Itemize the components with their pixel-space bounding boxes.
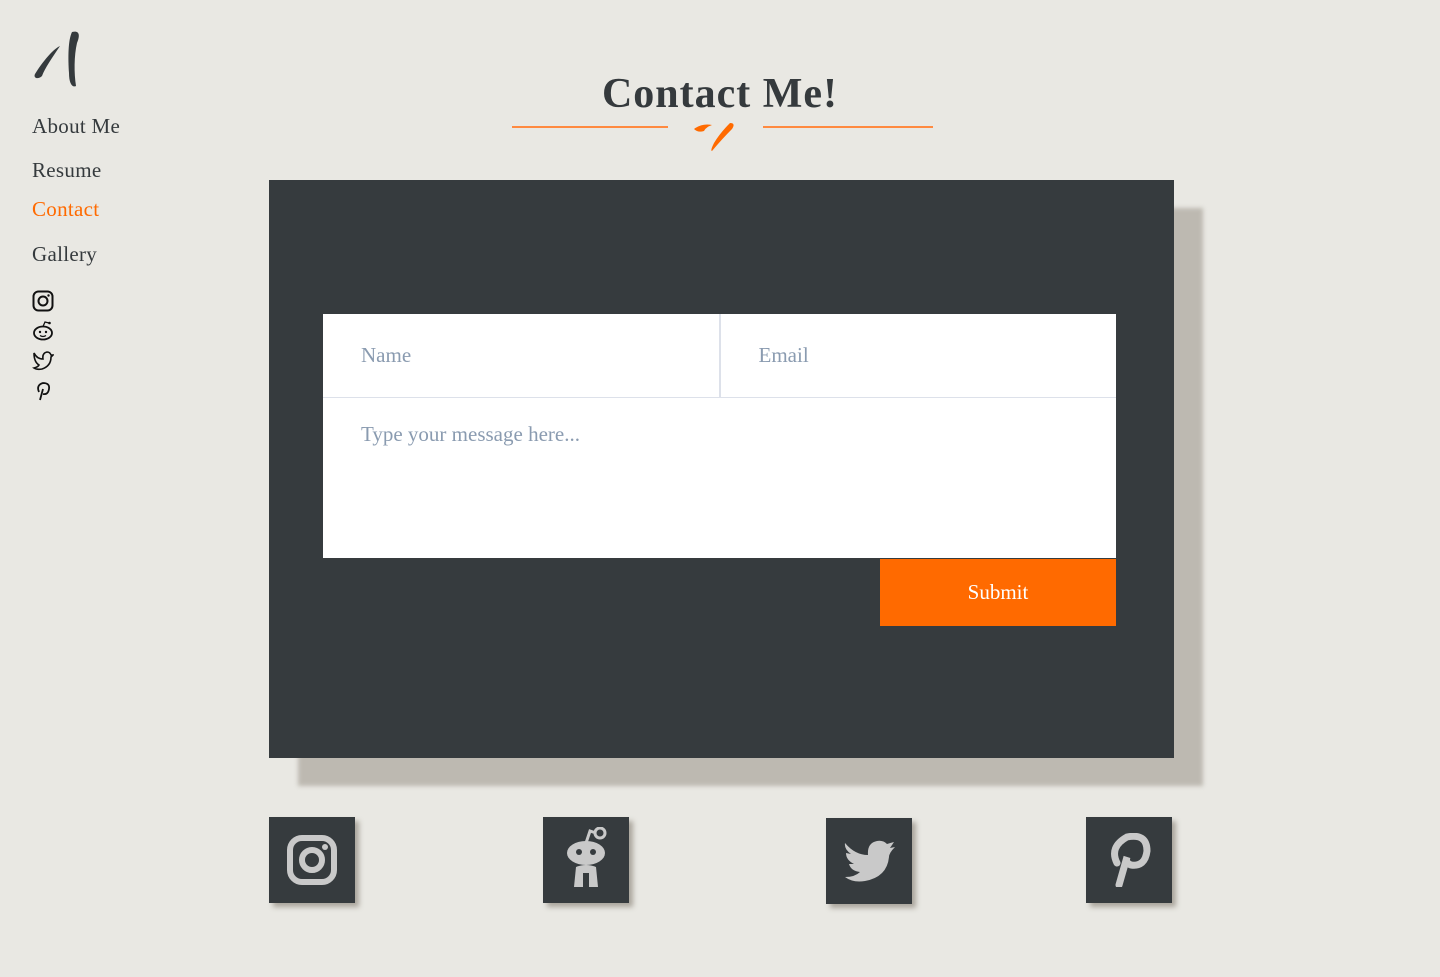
side-social-links — [32, 290, 54, 410]
twitter-button[interactable] — [826, 818, 912, 904]
nav-contact[interactable]: Contact — [32, 197, 99, 222]
page-title: Contact Me! — [601, 71, 839, 117]
nav-gallery[interactable]: Gallery — [32, 242, 97, 267]
nav-resume[interactable]: Resume — [32, 158, 101, 183]
email-input[interactable] — [720, 314, 1116, 397]
instagram-icon[interactable] — [32, 290, 54, 312]
brush-mark-icon — [694, 123, 734, 151]
pinterest-icon — [1111, 833, 1151, 887]
reddit-button[interactable] — [543, 817, 629, 903]
reddit-icon — [567, 827, 607, 887]
title-divider-right — [763, 126, 933, 128]
message-textarea[interactable] — [323, 398, 1116, 558]
contact-card: Submit — [269, 180, 1174, 758]
twitter-icon — [844, 840, 895, 882]
instagram-icon — [287, 835, 337, 885]
contact-form: Submit — [323, 314, 1116, 626]
twitter-icon[interactable] — [32, 350, 54, 372]
pinterest-button[interactable] — [1086, 817, 1172, 903]
reddit-icon[interactable] — [32, 320, 54, 342]
pinterest-icon[interactable] — [32, 380, 54, 402]
submit-button[interactable]: Submit — [880, 559, 1116, 626]
title-divider-left — [512, 126, 668, 128]
name-input[interactable] — [323, 314, 721, 397]
instagram-button[interactable] — [269, 817, 355, 903]
